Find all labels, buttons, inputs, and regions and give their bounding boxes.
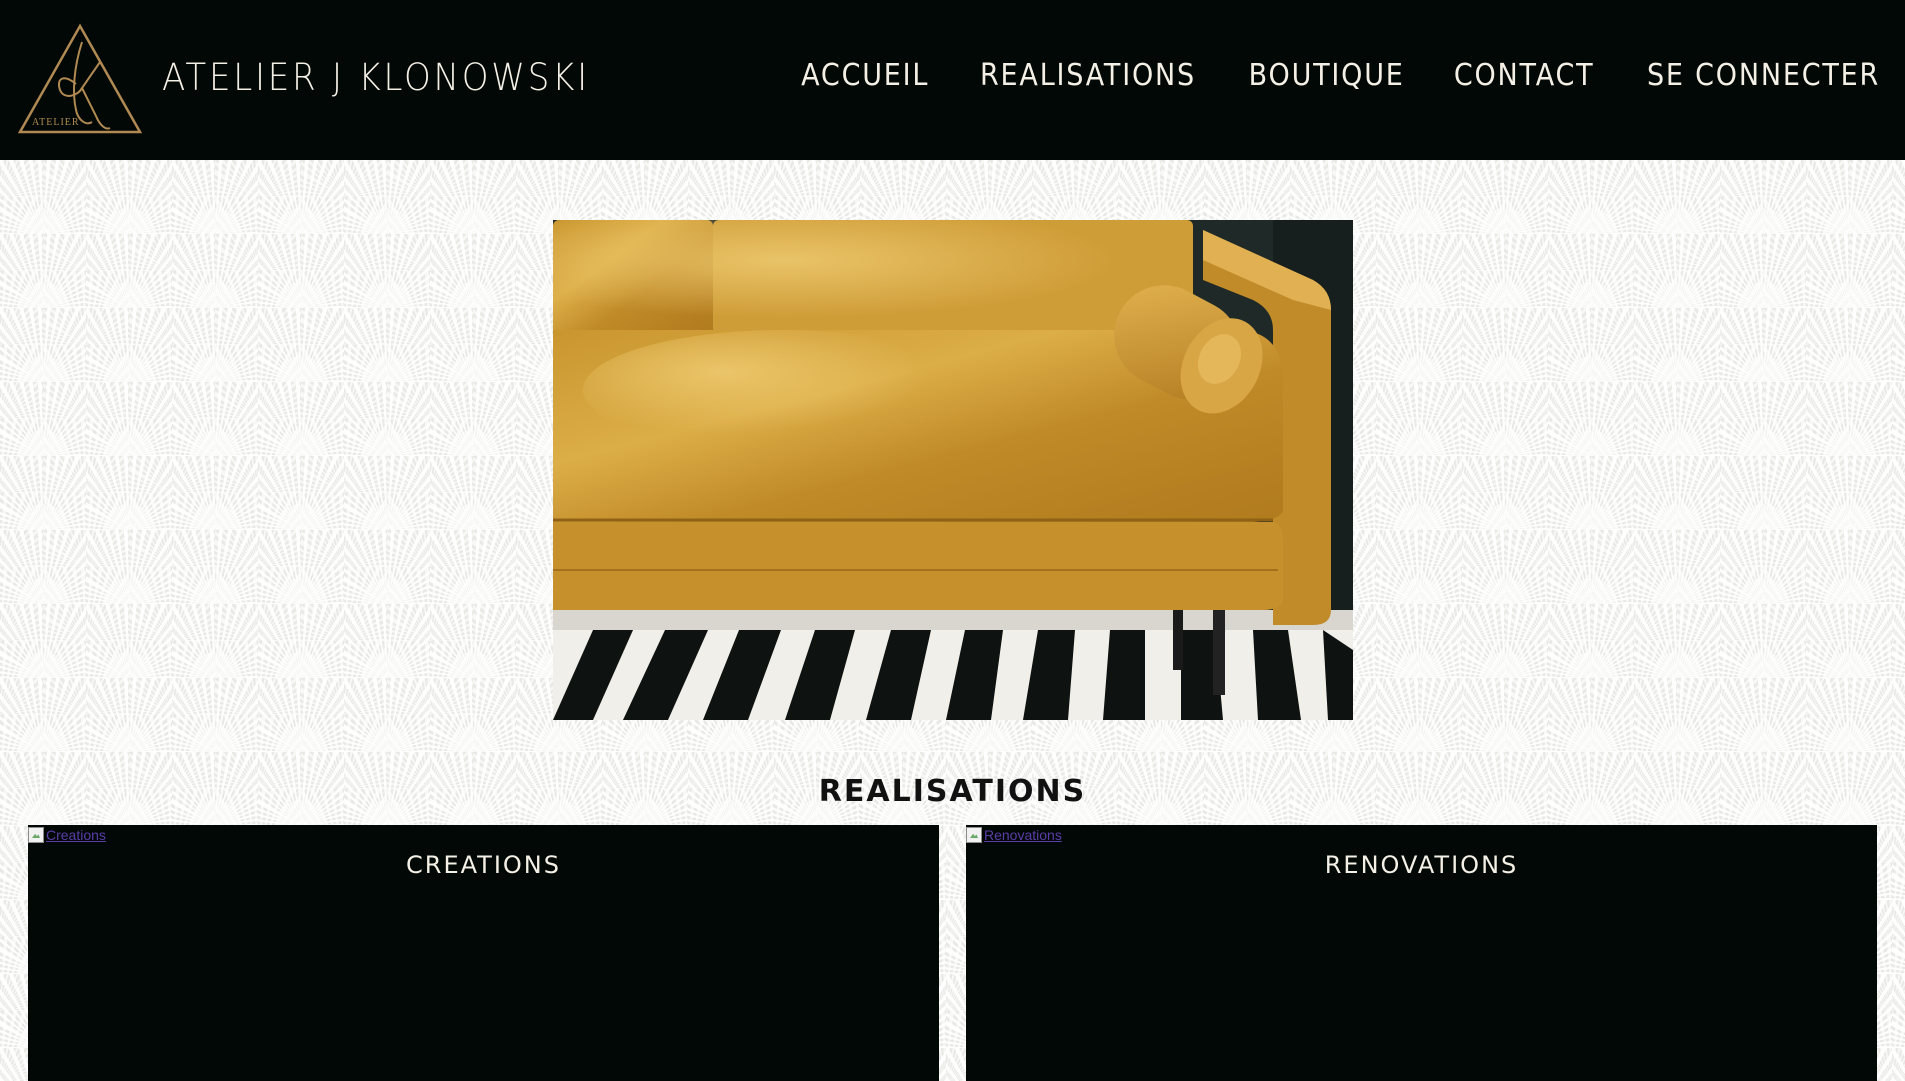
- hero-image: [553, 220, 1353, 720]
- site-title[interactable]: ATELIER J KLONOWSKI: [162, 56, 590, 99]
- renovations-image-link[interactable]: Renovations: [966, 827, 1062, 843]
- creations-image-link[interactable]: Creations: [28, 827, 106, 843]
- card-creations[interactable]: Creations CREATIONS: [28, 825, 939, 1081]
- section-title: REALISATIONS: [818, 774, 1087, 809]
- site-header: ATELIER ATELIER J KLONOWSKI ACCUEIL REAL…: [0, 0, 1905, 160]
- nav-contact[interactable]: CONTACT: [1454, 58, 1595, 93]
- main-nav: ACCUEIL REALISATIONS BOUTIQUE CONTACT SE…: [794, 58, 1893, 93]
- card-title[interactable]: RENOVATIONS: [966, 851, 1877, 879]
- card-renovations[interactable]: Renovations RENOVATIONS: [966, 825, 1877, 1081]
- nav-boutique[interactable]: BOUTIQUE: [1249, 58, 1405, 93]
- nav-accueil[interactable]: ACCUEIL: [801, 58, 929, 93]
- renovations-image-alt: Renovations: [984, 827, 1062, 843]
- broken-image-icon: [966, 827, 982, 843]
- nav-realisations[interactable]: REALISATIONS: [980, 58, 1196, 93]
- nav-se-connecter[interactable]: SE CONNECTER: [1647, 58, 1880, 93]
- atelier-logo: ATELIER: [17, 23, 143, 134]
- logo-text: ATELIER: [32, 117, 80, 128]
- broken-image-icon: [28, 827, 44, 843]
- sofa-photo: [553, 220, 1353, 720]
- card-title[interactable]: CREATIONS: [28, 851, 939, 879]
- creations-image-alt: Creations: [46, 827, 106, 843]
